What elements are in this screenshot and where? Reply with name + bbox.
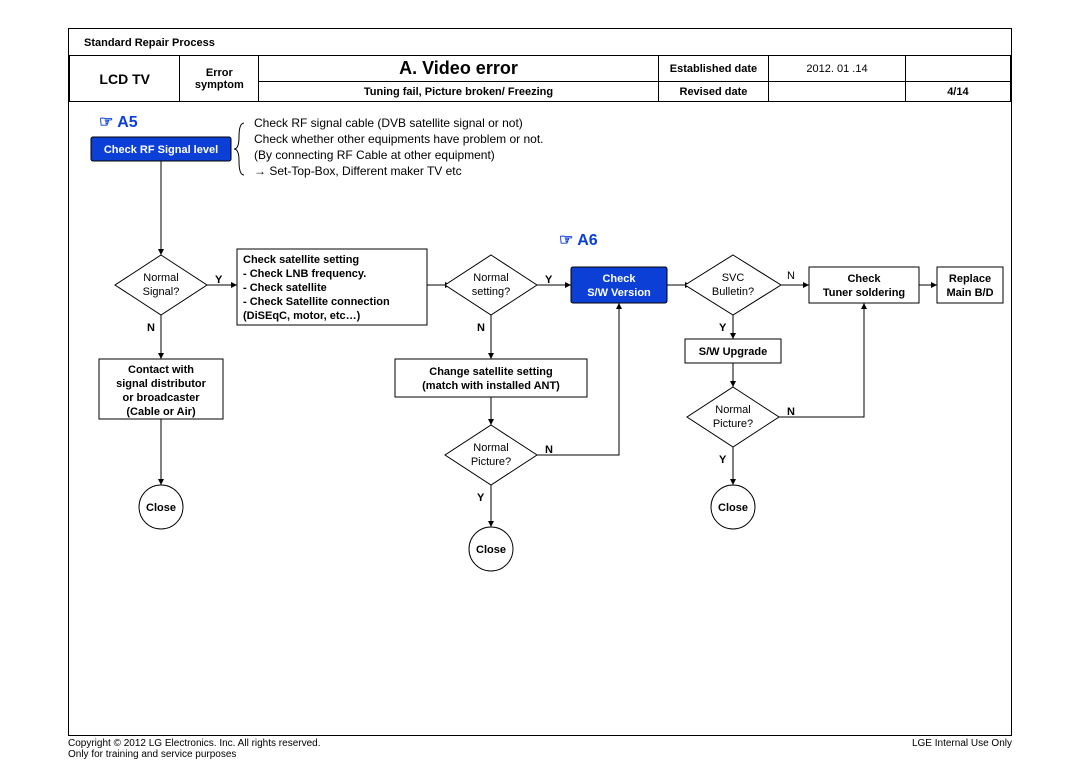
svg-text:Main B/D: Main B/D (946, 287, 993, 299)
svg-text:Check RF signal cable (DVB sat: Check RF signal cable (DVB satellite sig… (254, 116, 523, 130)
svg-text:- Check Satellite connection: - Check Satellite connection (243, 296, 390, 308)
svg-text:Contact with: Contact with (128, 364, 194, 376)
svg-text:N: N (477, 322, 485, 334)
device-cell: LCD TV (70, 56, 180, 102)
svg-text:- Check satellite: - Check satellite (243, 282, 327, 294)
svg-text:Check: Check (602, 273, 636, 285)
svg-text:N: N (545, 444, 553, 456)
svg-text:- Check LNB frequency.: - Check LNB frequency. (243, 268, 366, 280)
svg-text:Normal: Normal (473, 442, 508, 454)
svg-text:Check satellite setting: Check satellite setting (243, 254, 359, 266)
svg-text:setting?: setting? (472, 286, 511, 298)
decision-normal-picture-1 (445, 425, 537, 485)
svg-text:N: N (147, 322, 155, 334)
footer: Copyright © 2012 LG Electronics. Inc. Al… (68, 738, 1012, 760)
svg-text:Normal: Normal (143, 272, 178, 284)
svg-text:Close: Close (476, 544, 506, 556)
svg-text:SVC: SVC (722, 272, 745, 284)
svg-text:Tuner soldering: Tuner soldering (823, 287, 905, 299)
flowchart-canvas: ☞ A5 Check RF Signal level Check RF sign… (69, 97, 1013, 729)
svg-text:Picture?: Picture? (713, 418, 753, 430)
decision-normal-signal (115, 255, 207, 315)
svg-text:S/W Version: S/W Version (587, 287, 651, 299)
ref-a5: ☞ A5 (99, 114, 138, 131)
svg-text:Check: Check (847, 273, 881, 285)
svg-text:Signal?: Signal? (143, 286, 180, 298)
brace-icon (234, 123, 244, 175)
header-table: LCD TV Error symptom A. Video error Esta… (69, 55, 1011, 102)
svg-text:N: N (787, 406, 795, 418)
svg-text:→ Set-Top-Box, Different maker: → Set-Top-Box, Different maker TV etc (254, 164, 462, 178)
svg-text:N: N (787, 270, 795, 282)
svg-text:Check RF Signal level: Check RF Signal level (104, 144, 218, 156)
svg-text:(DiSEqC, motor, etc…): (DiSEqC, motor, etc…) (243, 310, 361, 322)
svg-text:Picture?: Picture? (471, 456, 511, 468)
copyright-text: Copyright © 2012 LG Electronics. Inc. Al… (68, 738, 1012, 749)
svg-text:Y: Y (477, 492, 485, 504)
ref-a6: ☞ A6 (559, 232, 598, 249)
svg-text:Replace: Replace (949, 273, 991, 285)
svg-text:Close: Close (718, 502, 748, 514)
svg-text:Y: Y (215, 274, 223, 286)
decision-normal-picture-2 (687, 387, 779, 447)
internal-text: LGE Internal Use Only (912, 738, 1012, 749)
svg-text:or broadcaster: or broadcaster (122, 392, 200, 404)
svg-text:Y: Y (545, 274, 553, 286)
svg-text:Bulletin?: Bulletin? (712, 286, 754, 298)
decision-normal-setting (445, 255, 537, 315)
svg-text:Y: Y (719, 454, 727, 466)
page-border: Standard Repair Process LCD TV Error sym… (68, 28, 1012, 736)
est-label: Established date (658, 56, 768, 82)
svg-text:Normal: Normal (715, 404, 750, 416)
decision-svc-bulletin (685, 255, 781, 315)
training-text: Only for training and service purposes (68, 749, 1012, 760)
est-value: 2012. 01 .14 (769, 56, 906, 82)
svg-text:(match with installed ANT): (match with installed ANT) (422, 380, 560, 392)
svg-text:Check whether other equipments: Check whether other equipments have prob… (254, 132, 544, 146)
svg-text:Normal: Normal (473, 272, 508, 284)
svg-text:signal distributor: signal distributor (116, 378, 207, 390)
title-cell: A. Video error (259, 56, 659, 82)
svg-text:Close: Close (146, 502, 176, 514)
svg-text:Change satellite setting: Change satellite setting (429, 366, 552, 378)
svg-text:(By connecting RF Cable at oth: (By connecting RF Cable at other equipme… (254, 148, 495, 162)
err-sym-label: Error symptom (180, 56, 259, 102)
svg-text:Y: Y (719, 322, 727, 334)
doc-header: Standard Repair Process (84, 37, 215, 49)
svg-text:S/W Upgrade: S/W Upgrade (699, 346, 767, 358)
svg-text:(Cable or Air): (Cable or Air) (126, 406, 196, 418)
